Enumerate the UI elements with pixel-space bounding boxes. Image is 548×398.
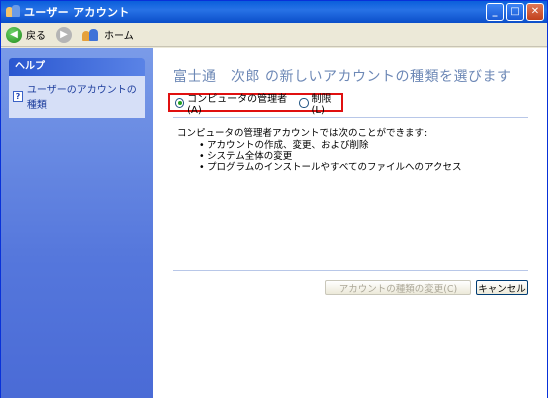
home-button[interactable]: ホーム xyxy=(82,27,134,42)
radio-dot-selected[interactable] xyxy=(175,97,185,108)
maximize-button[interactable]: □ xyxy=(506,3,524,21)
radio-limited[interactable]: 制限(L) xyxy=(299,90,341,116)
help-panel-title: ヘルプ xyxy=(9,58,145,76)
cancel-button[interactable]: キャンセル xyxy=(476,280,528,295)
toolbar: ◀ 戻る ▶ ホーム xyxy=(1,23,547,47)
page-title: 富士通 次郎 の新しいアカウントの種類を選びます xyxy=(173,69,512,85)
divider xyxy=(173,270,528,271)
radio-dot[interactable] xyxy=(299,97,309,108)
help-link-account-types[interactable]: ユーザーのアカウントの種類 xyxy=(27,81,141,111)
list-item: システム全体の変更 xyxy=(199,151,462,162)
forward-arrow-icon: ▶ xyxy=(56,26,72,43)
description-text: コンピュータの管理者アカウントでは次のことができます: xyxy=(177,128,428,139)
radio-limited-label: 制限(L) xyxy=(311,93,332,116)
home-label: ホーム xyxy=(104,31,134,42)
minimize-button[interactable]: _ xyxy=(486,3,504,21)
back-arrow-icon: ◀ xyxy=(6,26,22,43)
list-item: アカウントの作成、変更、および削除 xyxy=(199,140,462,151)
radio-administrator[interactable]: コンピュータの管理者(A) xyxy=(175,90,289,116)
forward-button[interactable]: ▶ xyxy=(56,26,72,43)
window-controls: _ □ ✕ xyxy=(486,3,544,21)
help-panel: ヘルプ ? ユーザーのアカウントの種類 xyxy=(9,58,145,118)
back-button[interactable]: ◀ 戻る xyxy=(6,26,46,43)
back-label: 戻る xyxy=(26,31,46,42)
sidebar: ヘルプ ? ユーザーのアカウントの種類 xyxy=(1,48,153,398)
help-link-item[interactable]: ? ユーザーのアカウントの種類 xyxy=(9,76,145,118)
account-description: コンピュータの管理者アカウントでは次のことができます: アカウントの作成、変更、… xyxy=(177,128,462,173)
change-account-type-button[interactable]: アカウントの種類の変更(C) xyxy=(325,280,471,295)
divider xyxy=(173,117,528,118)
title-bar[interactable]: ユーザー アカウント _ □ ✕ xyxy=(1,1,547,23)
user-accounts-window: ユーザー アカウント _ □ ✕ ◀ 戻る ▶ ホーム ヘルプ ? ユーザーのア… xyxy=(0,0,548,398)
close-button[interactable]: ✕ xyxy=(526,3,544,21)
account-type-options-highlight: コンピュータの管理者(A) 制限(L) xyxy=(168,93,343,116)
radio-administrator-label: コンピュータの管理者(A) xyxy=(187,93,288,116)
list-item: プログラムのインストールやすべてのファイルへのアクセス xyxy=(199,162,462,173)
users-icon xyxy=(6,5,20,19)
question-icon: ? xyxy=(13,90,23,102)
main-content: 富士通 次郎 の新しいアカウントの種類を選びます コンピュータの管理者(A) 制… xyxy=(153,48,547,398)
users-icon xyxy=(82,28,100,42)
window-title: ユーザー アカウント xyxy=(24,6,130,19)
capability-list: アカウントの作成、変更、および削除 システム全体の変更 プログラムのインストール… xyxy=(199,140,462,173)
